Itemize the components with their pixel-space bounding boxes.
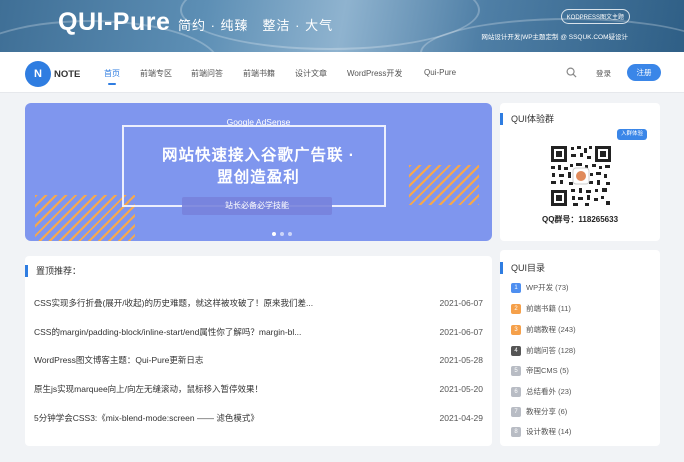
slider-dot[interactable] [288,232,292,236]
slider-pill: 站长必备必学技能 [182,197,332,215]
category-item[interactable]: 5 帝国CMS (5) [511,365,569,376]
category-label[interactable]: 前端教程 (243) [526,324,576,335]
post-title[interactable]: 原生js实现marquee向上/向左无缝滚动，鼠标移入暂停效果！ [34,382,263,396]
category-label[interactable]: 教程分享 (6) [526,406,567,417]
post-row[interactable]: WordPress图文博客主题：Qui-Pure更新日志 2021-05-28 [34,353,483,367]
search-icon[interactable] [566,67,577,78]
logo-text: NOTE [54,68,81,80]
slider-headline: 网站快速接入谷歌广告联 · 盟创造盈利 [25,145,492,189]
slider-pagination [272,232,292,236]
site-logo[interactable]: N NOTE [25,61,80,87]
nav-item-frontend[interactable]: 前端专区 [140,68,172,79]
post-date: 2021-05-20 [439,384,483,394]
category-item[interactable]: 1 WP开发 (73) [511,282,569,293]
banner-info-text: 网站设计开发|WP主题定制 @ SSQUK.COM疑设计 [481,34,628,41]
nav-item-qa[interactable]: 前端问答 [191,68,223,79]
post-date: 2021-05-28 [439,355,483,365]
category-item[interactable]: 8 设计教程 (14) [511,426,571,437]
post-date: 2021-06-07 [439,298,483,308]
category-label[interactable]: 前端问答 (128) [526,345,576,356]
pinned-posts-panel: 置顶推荐： CSS实现多行折叠(展开/收起)的历史难题，就这样被攻破了！原来我们… [25,256,492,446]
post-title[interactable]: 5分钟学会CSS3:《mix-blend-mode:screen —— 滤色模式… [34,411,259,425]
pinned-heading: 置顶推荐： [25,265,81,277]
category-item[interactable]: 3 前端教程 (243) [511,324,576,335]
theme-badge[interactable]: KODPRESS图文主题 [560,9,630,24]
register-button[interactable]: 注册 [627,64,661,81]
category-number-badge: 7 [511,406,521,417]
category-label[interactable]: 帝国CMS (5) [526,365,569,376]
logo-mark: N [25,61,51,87]
category-label[interactable]: 设计教程 (14) [526,426,571,437]
category-item[interactable]: 7 教程分享 (6) [511,406,567,417]
category-label[interactable]: WP开发 (73) [526,282,569,293]
nav-item-wordpress[interactable]: WordPress开发 [347,68,402,79]
slider-dot[interactable] [280,232,284,236]
category-item[interactable]: 6 总结看外 (23) [511,386,571,397]
site-slogan: 简约 · 纯臻 整洁 · 大气 [178,18,334,33]
nav-active-indicator [108,83,116,85]
post-date: 2021-06-07 [439,327,483,337]
slider-headline-line2: 盟创造盈利 [217,169,300,186]
post-date: 2021-04-29 [439,413,483,423]
qr-code [549,144,613,208]
featured-slider[interactable]: Google AdSense 网站快速接入谷歌广告联 · 盟创造盈利 站长必备必… [25,103,492,241]
main-navbar: N NOTE 首页 前端专区 前端问答 前端书籍 设计文章 WordPress开… [0,52,684,93]
header-banner: QUI-Pure 简约 · 纯臻 整洁 · 大气 KODPRESS图文主题 网站… [0,0,684,52]
post-row[interactable]: 原生js实现marquee向上/向左无缝滚动，鼠标移入暂停效果！ 2021-05… [34,382,483,396]
category-label[interactable]: 总结看外 (23) [526,386,571,397]
category-number-badge: 8 [511,426,521,437]
category-item[interactable]: 2 前端书籍 (11) [511,303,571,314]
qq-group-card: QUI体验群 入群体验 QQ群号：118265633 [500,103,660,241]
category-number-badge: 5 [511,365,521,376]
post-title[interactable]: CSS实现多行折叠(展开/收起)的历史难题，就这样被攻破了！原来我们差... [34,296,313,310]
category-heading: QUI目录 [500,262,545,274]
login-link[interactable]: 登录 [596,68,611,79]
category-number-badge: 4 [511,345,521,356]
slider-headline-line1: 网站快速接入谷歌广告联 · [162,147,355,164]
stripe-decoration [35,195,135,241]
slider-dot[interactable] [272,232,276,236]
category-label[interactable]: 前端书籍 (11) [526,303,571,314]
nav-item-quipure[interactable]: Qui-Pure [424,68,456,77]
qq-group-number: QQ群号：118265633 [541,215,619,224]
qq-group-heading: QUI体验群 [500,113,554,125]
nav-item-books[interactable]: 前端书籍 [243,68,275,79]
join-group-button[interactable]: 入群体验 [617,129,647,140]
category-item[interactable]: 4 前端问答 (128) [511,345,576,356]
category-number-badge: 3 [511,324,521,335]
post-row[interactable]: CSS的margin/padding-block/inline-start/en… [34,325,483,339]
nav-item-home[interactable]: 首页 [104,68,120,79]
category-number-badge: 6 [511,386,521,397]
nav-item-design[interactable]: 设计文章 [295,68,327,79]
post-title[interactable]: WordPress图文博客主题：Qui-Pure更新日志 [34,353,203,367]
category-card: QUI目录 1 WP开发 (73) 2 前端书籍 (11) 3 前端教程 (243) 4 前端… [500,250,660,446]
category-number-badge: 2 [511,303,521,314]
post-row[interactable]: CSS实现多行折叠(展开/收起)的历史难题，就这样被攻破了！原来我们差... 2… [34,296,483,310]
post-row[interactable]: 5分钟学会CSS3:《mix-blend-mode:screen —— 滤色模式… [34,411,483,425]
site-title: QUI-Pure [58,8,171,36]
post-title[interactable]: CSS的margin/padding-block/inline-start/en… [34,325,301,339]
category-number-badge: 1 [511,282,521,293]
